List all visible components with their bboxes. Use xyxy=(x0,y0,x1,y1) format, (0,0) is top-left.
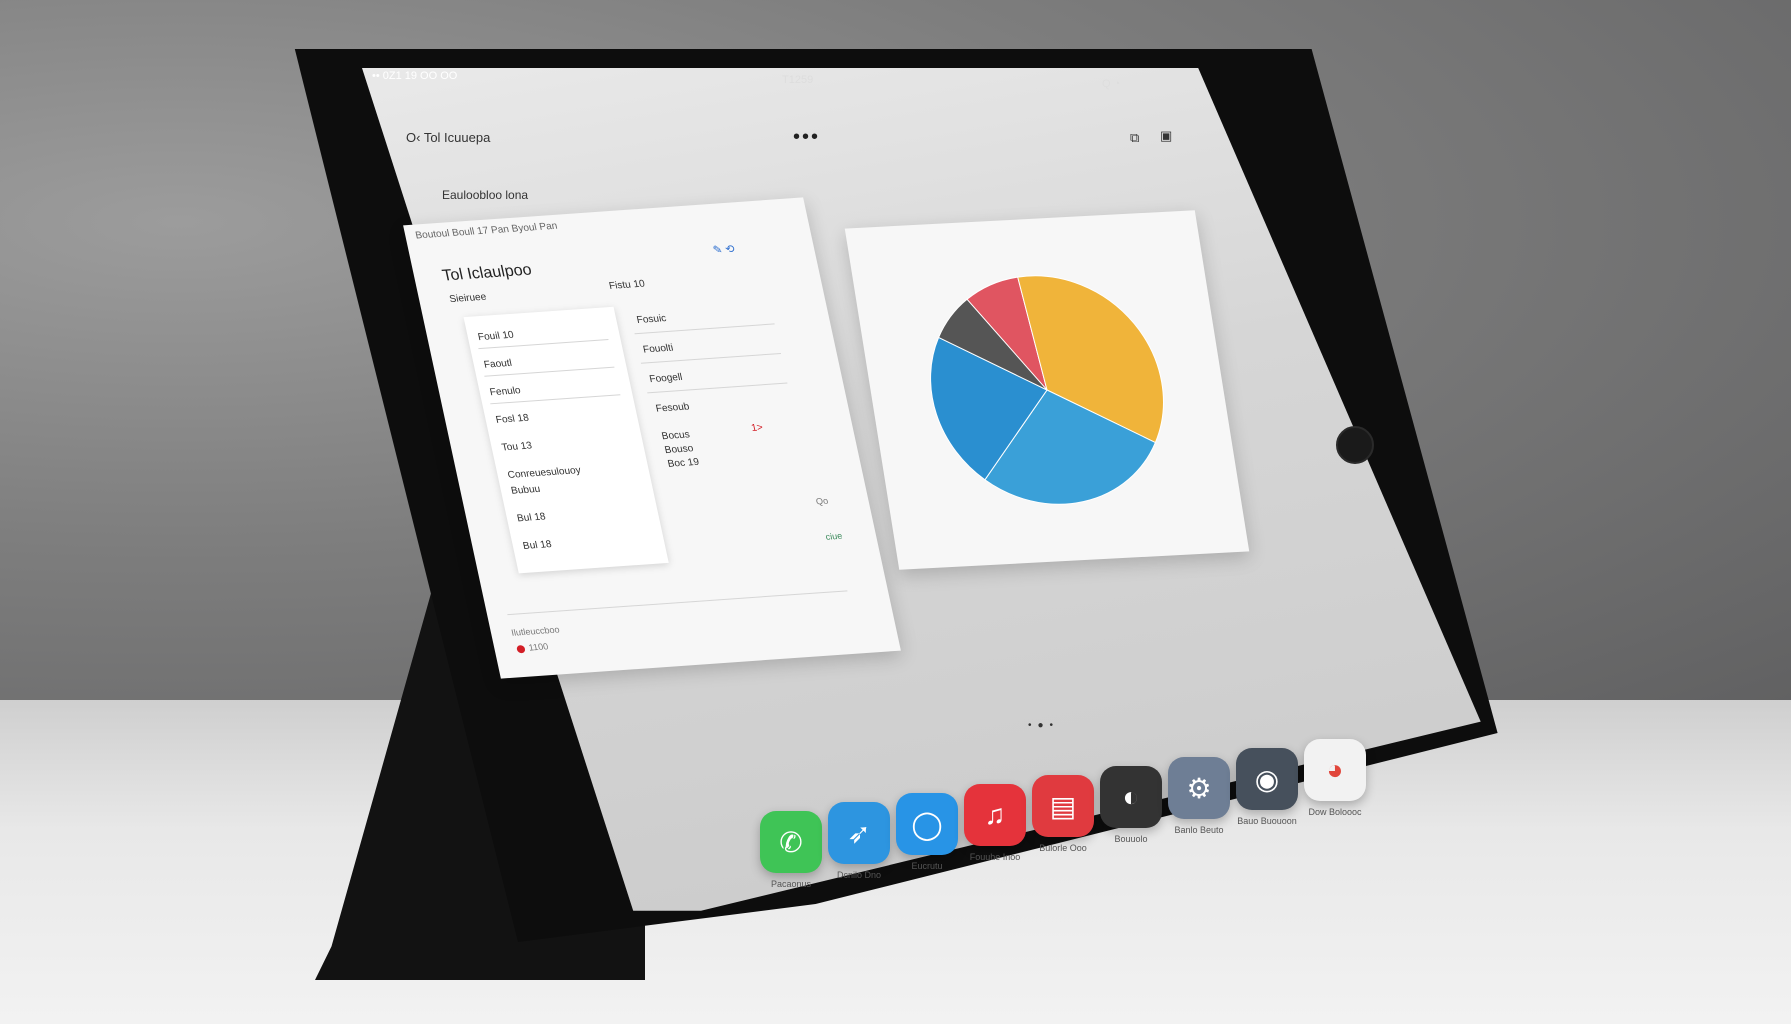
chart-card[interactable] xyxy=(844,210,1250,570)
list-item[interactable]: Foogell xyxy=(648,372,683,385)
app-dock: ✆ Pacaonus ➶ Dcnilo Dno ◯ Eucrutu ♫ Fouuhe Inoo… xyxy=(760,715,1480,905)
list-item[interactable]: Faoutl xyxy=(483,358,513,371)
safari-icon[interactable]: ➶ xyxy=(828,802,890,864)
app-label: Dow Boloooc xyxy=(1308,807,1362,817)
list-item[interactable]: Conreuesulouoy xyxy=(507,465,582,481)
news-icon[interactable]: ▤ xyxy=(1032,775,1094,837)
list-item[interactable]: Fesoub xyxy=(655,401,691,414)
doc-sub-right: Fistu 10 xyxy=(607,278,646,292)
status-dot xyxy=(516,644,526,654)
list-item[interactable]: Bocus xyxy=(661,429,691,442)
doc-inner-list: Fouil 10 Faoutl Fenulo Fosl 18 Tou 13 Co… xyxy=(463,306,669,574)
list-item[interactable]: Bouso xyxy=(664,443,695,456)
list-item[interactable]: Fenulo xyxy=(489,385,522,398)
messages-icon[interactable]: ◯ xyxy=(896,793,958,855)
list-item[interactable]: Fouolti xyxy=(642,343,674,356)
app-label: Banlo Beuto xyxy=(1174,825,1224,835)
list-item[interactable]: Tou 13 xyxy=(501,440,533,453)
flag-marker: 1> xyxy=(750,422,765,434)
list-item[interactable]: Fosuic xyxy=(636,313,668,326)
chrome-icon[interactable]: ◕ xyxy=(1304,739,1366,801)
doc-sub-left: Sieiruee xyxy=(448,291,488,306)
music-icon[interactable]: ♫ xyxy=(964,784,1026,846)
camera-app-icon[interactable]: ◐ xyxy=(1100,766,1162,828)
app-label: Bauo Buouoon xyxy=(1237,816,1297,826)
status-bar: •• 0Z1 19 OO OO T1259 Q ◔ xyxy=(372,70,1172,90)
list-item[interactable]: Bul 18 xyxy=(516,512,547,525)
doc-footer-right-2: ciue xyxy=(824,530,844,542)
doc-header: Boutoul Boull 17 Pan Byoul Pan xyxy=(414,220,559,242)
doc-footer: Ilutleuccboo xyxy=(510,624,561,638)
app-label: Bulorle Ooo xyxy=(1039,843,1087,853)
list-item[interactable]: Bul 18 xyxy=(522,539,553,552)
settings-icon[interactable]: ⚙ xyxy=(1168,757,1230,819)
more-options-icon[interactable]: ••• xyxy=(793,126,820,149)
status-time: T1259 xyxy=(782,74,814,86)
doc-title: Tol Iclaulpoo xyxy=(440,261,534,285)
app-label: Fouuhe Inoo xyxy=(969,852,1021,862)
status-right: Q ◔ xyxy=(1102,78,1121,90)
phone-icon[interactable]: ✆ xyxy=(760,811,822,873)
record-icon[interactable]: ◉ xyxy=(1236,748,1298,810)
app-label: Dcnilo Dno xyxy=(836,870,882,880)
list-item[interactable]: Boc 19 xyxy=(667,457,700,470)
home-button[interactable] xyxy=(1336,426,1374,464)
pie-chart xyxy=(930,275,1164,505)
status-left: •• 0Z1 19 OO OO xyxy=(372,70,458,82)
doc-status-text: 1100 xyxy=(527,641,550,653)
app-label: Pacaonus xyxy=(770,879,812,889)
edit-icon[interactable]: ▣ xyxy=(1160,128,1172,144)
list-item[interactable]: Fouil 10 xyxy=(477,330,515,343)
app-label: Bouuolo xyxy=(1114,834,1148,844)
list-item[interactable]: Bubuu xyxy=(510,484,541,497)
doc-footer-right: Qo xyxy=(814,495,830,507)
section-title: Eauloobloo lona xyxy=(442,188,529,202)
doc-action-icons[interactable]: ✎ ⟲ xyxy=(712,242,736,256)
share-icon[interactable]: ⧉ xyxy=(1130,130,1139,146)
list-item[interactable]: Fosl 18 xyxy=(495,413,530,426)
toolbar-title[interactable]: O‹ Tol Icuuepa xyxy=(406,130,490,145)
app-label: Eucrutu xyxy=(911,861,943,871)
